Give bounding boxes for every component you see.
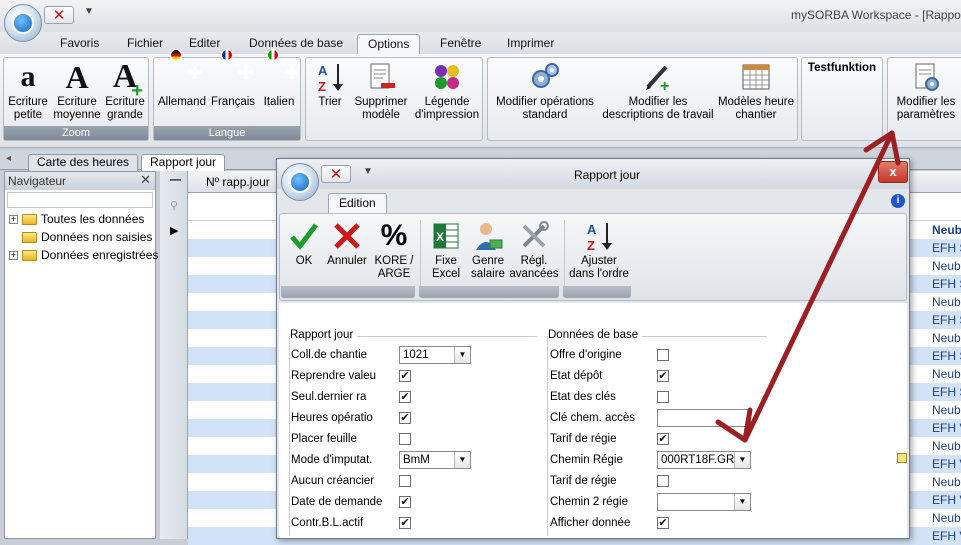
dialog-orb-button[interactable] <box>281 163 319 201</box>
arrow-shaft <box>742 130 895 443</box>
app-orb-button[interactable] <box>4 4 42 42</box>
app-logo-icon <box>12 12 34 34</box>
app-logo-icon <box>289 171 311 193</box>
annotation-arrow <box>715 130 901 443</box>
arrow-head-bottom <box>715 407 753 443</box>
